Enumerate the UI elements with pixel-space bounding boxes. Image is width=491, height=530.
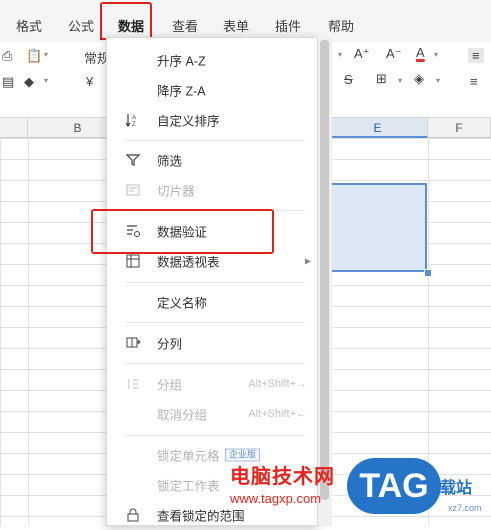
watermark-logo-suffix: 载站 bbox=[440, 480, 473, 497]
currency-button[interactable]: ¥ bbox=[86, 74, 93, 89]
selected-range[interactable] bbox=[329, 183, 427, 272]
submenu-arrow-icon: ▶ bbox=[304, 256, 311, 266]
lock-cells-label: 锁定单元格 bbox=[157, 449, 220, 464]
font-increase-button[interactable]: A⁺ bbox=[354, 46, 370, 62]
column-header-e[interactable]: E bbox=[328, 118, 428, 138]
watermark-site-name: 电脑技术网 bbox=[230, 466, 335, 488]
ungroup-label: 取消分组 bbox=[157, 408, 208, 423]
menu-item-filter[interactable]: 筛选 bbox=[107, 145, 317, 175]
watermark-site-url: www.tagxp.com bbox=[230, 491, 322, 506]
chevron-down-icon[interactable]: ▾ bbox=[436, 76, 440, 85]
menu-item-define-name[interactable]: 定义名称 bbox=[107, 287, 317, 317]
slicer-label: 切片器 bbox=[157, 184, 195, 199]
define-name-label: 定义名称 bbox=[157, 296, 208, 311]
custom-sort-label: 自定义排序 bbox=[157, 114, 220, 129]
menu-separator bbox=[125, 435, 305, 436]
font-decrease-button[interactable]: A⁻ bbox=[386, 46, 402, 62]
pivot-table-icon bbox=[126, 254, 140, 268]
group-label: 分组 bbox=[157, 378, 183, 393]
menu-separator bbox=[125, 140, 305, 141]
paste-icon[interactable]: 📋 bbox=[26, 48, 42, 64]
fill-handle[interactable] bbox=[424, 269, 432, 277]
menu-separator bbox=[125, 363, 305, 364]
filter-label: 筛选 bbox=[157, 154, 183, 169]
view-locked-range-label: 查看锁定的范围 bbox=[157, 509, 245, 524]
fill-color-icon[interactable]: ◈ bbox=[414, 71, 424, 87]
row-header-corner bbox=[0, 118, 28, 138]
slicer-icon bbox=[126, 184, 140, 196]
lock-icon bbox=[127, 508, 139, 522]
menu-item-split-column[interactable]: 分列 bbox=[107, 328, 317, 358]
sort-asc-label: 升序 A-Z bbox=[157, 54, 206, 69]
chevron-down-icon[interactable]: ▾ bbox=[398, 76, 402, 85]
tab-format[interactable]: 格式 bbox=[16, 16, 42, 35]
font-color-button[interactable]: A bbox=[416, 45, 425, 60]
sort-desc-label: 降序 Z-A bbox=[157, 84, 206, 99]
chevron-down-icon[interactable]: ▾ bbox=[338, 50, 342, 59]
menu-item-group: 分组 Alt+Shift+→ bbox=[107, 369, 317, 399]
tab-plugin[interactable]: 插件 bbox=[275, 16, 301, 35]
filter-icon bbox=[125, 154, 141, 166]
chevron-down-icon[interactable]: ▾ bbox=[44, 50, 48, 59]
tab-help[interactable]: 帮助 bbox=[328, 16, 354, 35]
align-center-icon[interactable]: ≡ bbox=[470, 74, 478, 89]
border-icon[interactable]: ⊞ bbox=[376, 71, 387, 87]
custom-sort-icon: AZ bbox=[125, 114, 136, 128]
print-icon[interactable]: ⎙ bbox=[2, 48, 12, 64]
pivot-table-label: 数据透视表 bbox=[157, 255, 220, 270]
chevron-down-icon[interactable]: ▾ bbox=[44, 76, 48, 85]
watermark-logo-url: xz7.com bbox=[448, 503, 482, 513]
split-column-icon bbox=[126, 337, 141, 348]
watermark-tag-logo: TAG bbox=[347, 458, 441, 514]
menu-item-sort-desc[interactable]: 降序 Z-A bbox=[107, 75, 317, 105]
menu-separator bbox=[125, 322, 305, 323]
menu-separator bbox=[125, 282, 305, 283]
data-dropdown-menu: 升序 A-Z 降序 Z-A AZ 自定义排序 筛选 切片器 数据验证 数据透视表… bbox=[106, 37, 318, 526]
group-shortcut: Alt+Shift+→ bbox=[248, 378, 307, 390]
menu-item-ungroup: 取消分组 Alt+Shift+← bbox=[107, 399, 317, 429]
svg-text:Z: Z bbox=[132, 122, 136, 128]
format-painter-icon[interactable]: ▤ bbox=[2, 74, 14, 90]
column-header-f[interactable]: F bbox=[428, 118, 491, 138]
menu-item-slicer: 切片器 bbox=[107, 175, 317, 205]
strikethrough-icon[interactable]: S bbox=[344, 72, 353, 87]
tab-formula[interactable]: 公式 bbox=[68, 16, 94, 35]
tab-data-highlight bbox=[100, 2, 152, 40]
group-icon bbox=[128, 379, 138, 389]
align-left-icon[interactable]: ≡ bbox=[468, 48, 484, 63]
lock-sheet-label: 锁定工作表 bbox=[157, 479, 220, 494]
ungroup-shortcut: Alt+Shift+← bbox=[248, 408, 307, 420]
chevron-down-icon[interactable]: ▾ bbox=[434, 50, 438, 59]
eraser-icon[interactable]: ◆ bbox=[24, 74, 34, 90]
menu-scrollbar-thumb[interactable] bbox=[320, 40, 329, 500]
split-column-label: 分列 bbox=[157, 337, 183, 352]
data-validation-highlight bbox=[91, 209, 274, 254]
tab-form[interactable]: 表单 bbox=[223, 16, 249, 35]
menu-item-custom-sort[interactable]: AZ 自定义排序 bbox=[107, 105, 317, 135]
menu-item-sort-asc[interactable]: 升序 A-Z bbox=[107, 45, 317, 75]
tab-view[interactable]: 查看 bbox=[172, 16, 198, 35]
svg-text:A: A bbox=[132, 115, 136, 121]
grid-line bbox=[28, 138, 29, 526]
